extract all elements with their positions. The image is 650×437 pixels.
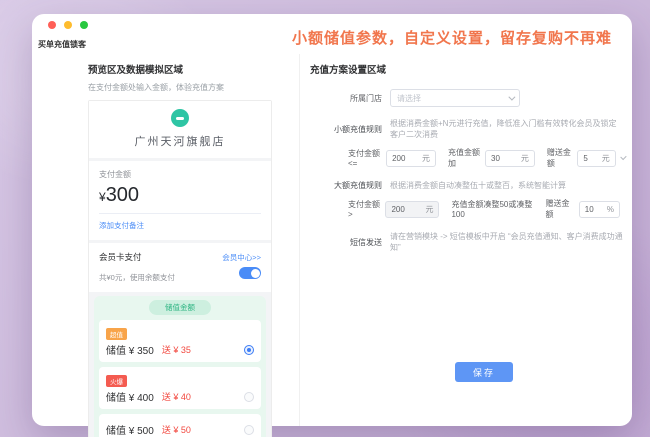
- small-pay-input[interactable]: 200元: [386, 150, 436, 167]
- member-card-section: 会员卡支付 会员中心>> 共¥0元，使用余额支付: [89, 243, 271, 292]
- add-note-link[interactable]: 添加支付备注: [99, 220, 261, 231]
- chevron-down-icon: [508, 93, 515, 100]
- sms-label: 短信发送: [310, 237, 390, 248]
- small-gift-label: 赠送金额: [547, 147, 573, 169]
- chevron-down-icon[interactable]: [620, 153, 627, 160]
- app-title: 买单充值锁客: [38, 39, 86, 50]
- large-gift-label: 赠送金额: [546, 198, 575, 220]
- hot-badge: 火爆: [106, 375, 127, 387]
- store-select-label: 所属门店: [310, 93, 390, 104]
- pay-amount-section: 支付金额 ¥300 添加支付备注: [89, 161, 271, 240]
- stored-option-1[interactable]: 超值 储值 ¥ 350 送 ¥ 35: [99, 320, 261, 362]
- value-badge: 超值: [106, 328, 127, 340]
- large-gift-input[interactable]: 10%: [579, 201, 620, 218]
- small-pay-label: 支付金额<=: [348, 148, 382, 168]
- promo-banner: 小额储值参数，自定义设置，留存复购不再难: [292, 27, 612, 48]
- minimize-icon[interactable]: [64, 21, 72, 29]
- preview-subtitle: 在支付金额处输入金额，体验充值方案: [88, 82, 299, 93]
- traffic-lights: [48, 21, 88, 29]
- large-rule-label: 大额充值规则: [310, 180, 390, 191]
- settings-form: 所属门店 请选择 小额充值规则 根据消费金额+N元进行充值，降低准入门槛有效转化…: [310, 89, 624, 253]
- pay-amount-label: 支付金额: [99, 169, 261, 180]
- store-logo-icon: [171, 109, 189, 127]
- option-gift: 送 ¥ 35: [162, 343, 191, 356]
- radio-selected-icon[interactable]: [244, 345, 254, 355]
- phone-mockup: 广州天河旗舰店 支付金额 ¥300 添加支付备注 会员卡支付 会员中心>> 共: [88, 100, 272, 437]
- save-button[interactable]: 保存: [455, 362, 513, 382]
- stored-option-3[interactable]: 储值 ¥ 500 送 ¥ 50: [99, 414, 261, 437]
- small-recharge-input[interactable]: 30元: [485, 150, 535, 167]
- settings-pane: 充值方案设置区域 所属门店 请选择 小额充值规则 根据消费金额+N元进行充值，降…: [300, 54, 632, 426]
- large-pay-label: 支付金额>: [348, 199, 381, 219]
- large-rule-desc: 根据消费金额自动凑整伍十或整百，系统智能计算: [390, 180, 566, 191]
- balance-toggle[interactable]: [239, 267, 261, 279]
- preview-title: 预览区及数据模拟区域: [88, 62, 299, 76]
- small-rule-desc: 根据消费金额+N元进行充值，降低准入门槛有效转化会员及锁定客户二次消费: [390, 118, 624, 140]
- small-rule-label: 小额充值规则: [310, 124, 390, 135]
- app-window: 买单充值锁客 小额储值参数，自定义设置，留存复购不再难 预览区及数据模拟区域 在…: [32, 14, 632, 426]
- titlebar: 买单充值锁客 小额储值参数，自定义设置，留存复购不再难: [32, 14, 632, 54]
- store-select-placeholder: 请选择: [397, 93, 421, 104]
- large-pay-input: 200元: [385, 201, 439, 218]
- main-content: 预览区及数据模拟区域 在支付金额处输入金额，体验充值方案 广州天河旗舰店 支付金…: [32, 54, 632, 426]
- option-gift: 送 ¥ 50: [162, 423, 191, 436]
- member-pay-label: 会员卡支付: [99, 251, 142, 263]
- close-icon[interactable]: [48, 21, 56, 29]
- sms-text: 请在营销模块 -> 短信模板中开启 “会员充值通知、客户消费成功通知”: [390, 231, 624, 253]
- option-gift: 送 ¥ 40: [162, 390, 191, 403]
- pay-amount-input[interactable]: ¥300: [99, 184, 261, 214]
- pay-amount-value: 300: [106, 184, 139, 206]
- radio-icon[interactable]: [244, 425, 254, 435]
- large-round-text: 充值金额凑整50或凑整100: [451, 199, 537, 219]
- stored-value-pill: 储值金额: [149, 300, 211, 315]
- member-center-link[interactable]: 会员中心>>: [222, 252, 261, 263]
- maximize-icon[interactable]: [80, 21, 88, 29]
- currency-symbol: ¥: [99, 190, 106, 204]
- store-header: 广州天河旗舰店: [89, 101, 271, 158]
- small-gift-input[interactable]: 5元: [577, 150, 615, 167]
- option-amount: 储值 ¥ 500: [106, 422, 154, 437]
- option-amount: 储值 ¥ 400: [106, 389, 154, 404]
- stored-value-box: 储值金额 超值 储值 ¥ 350 送 ¥ 35 火爆 储值 ¥ 400: [94, 296, 266, 437]
- radio-icon[interactable]: [244, 392, 254, 402]
- store-select[interactable]: 请选择: [390, 89, 520, 107]
- preview-pane: 预览区及数据模拟区域 在支付金额处输入金额，体验充值方案 广州天河旗舰店 支付金…: [32, 54, 300, 426]
- settings-title: 充值方案设置区域: [310, 62, 624, 76]
- stored-option-2[interactable]: 火爆 储值 ¥ 400 送 ¥ 40: [99, 367, 261, 409]
- small-recharge-label: 充值金额加: [448, 147, 481, 169]
- store-name: 广州天河旗舰店: [89, 133, 271, 149]
- option-amount: 储值 ¥ 350: [106, 342, 154, 357]
- balance-text: 共¥0元，使用余额支付: [99, 272, 175, 283]
